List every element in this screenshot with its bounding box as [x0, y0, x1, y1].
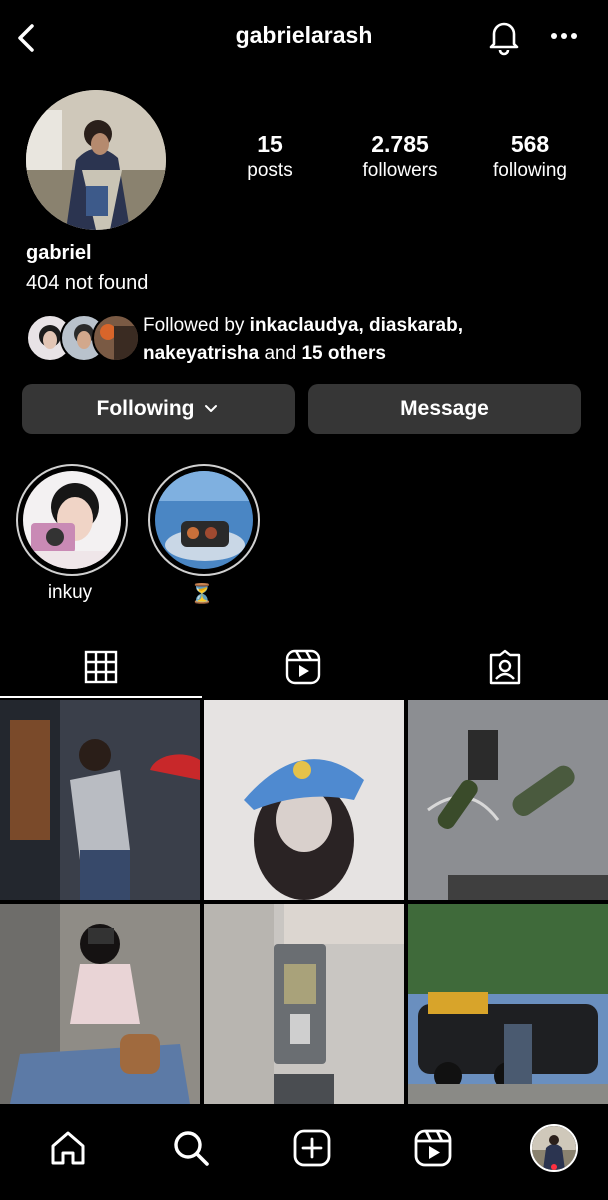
message-button-label: Message	[400, 397, 489, 420]
mutual-name: nakeyatrisha	[143, 343, 260, 364]
bottom-navigation	[0, 1108, 608, 1200]
more-icon	[551, 33, 577, 39]
following-count: 568	[510, 131, 550, 157]
reels-icon	[414, 1129, 452, 1167]
bio: 404 not found	[26, 272, 149, 294]
tab-reels[interactable]	[202, 636, 404, 698]
reels-icon	[285, 649, 321, 685]
search-icon	[174, 1131, 209, 1166]
nav-reels[interactable]	[403, 1118, 463, 1178]
bell-icon	[489, 22, 519, 56]
message-button[interactable]: Message	[308, 384, 581, 434]
followers-count: 2.785	[371, 131, 429, 157]
notifications-button[interactable]	[484, 16, 524, 56]
tagged-icon	[489, 649, 521, 685]
active-tab-indicator	[0, 696, 202, 698]
mutual-avatar	[92, 314, 140, 362]
mutual-others: 15 others	[301, 343, 386, 364]
posts-count: 15	[257, 131, 283, 157]
profile-avatar[interactable]	[26, 90, 166, 230]
followed-by-text[interactable]: Followed by inkaclaudya, diaskarab, nake…	[143, 312, 583, 368]
chevron-down-icon	[205, 405, 218, 412]
following-stat[interactable]: 568 following	[460, 130, 600, 184]
nav-search[interactable]	[161, 1118, 221, 1178]
avatar-photo	[26, 90, 166, 230]
highlight-cover	[23, 471, 121, 569]
followers-label: followers	[362, 160, 438, 181]
create-icon	[293, 1129, 331, 1167]
posts-stat[interactable]: 15 posts	[200, 130, 340, 184]
profile-tabs	[0, 636, 608, 698]
story-highlight[interactable]	[148, 464, 260, 576]
followers-stat[interactable]: 2.785 followers	[330, 130, 470, 184]
grid-icon	[84, 650, 118, 684]
display-name: gabriel	[26, 242, 92, 264]
posts-label: posts	[247, 160, 293, 181]
tab-tagged[interactable]	[404, 636, 606, 698]
story-highlight[interactable]	[16, 464, 128, 576]
highlight-label: ⏳	[190, 584, 214, 605]
following-label: following	[493, 160, 567, 181]
following-button[interactable]: Following	[22, 384, 295, 434]
post-thumbnail[interactable]	[204, 700, 404, 900]
nav-home[interactable]	[38, 1118, 98, 1178]
posts-grid	[0, 700, 608, 1106]
highlight-cover	[155, 471, 253, 569]
tab-posts[interactable]	[0, 636, 202, 698]
mutual-followers-avatars[interactable]	[26, 314, 140, 362]
post-thumbnail[interactable]	[408, 700, 608, 900]
following-button-label: Following	[96, 397, 195, 420]
nav-create[interactable]	[282, 1118, 342, 1178]
more-options-button[interactable]	[548, 22, 580, 50]
post-thumbnail[interactable]	[0, 904, 200, 1104]
mutual-names: inkaclaudya, diaskarab,	[249, 315, 464, 336]
highlight-label: inkuy	[47, 582, 93, 603]
post-thumbnail[interactable]	[204, 904, 404, 1104]
post-thumbnail[interactable]	[408, 904, 608, 1104]
notification-dot	[551, 1164, 557, 1170]
home-icon	[51, 1131, 85, 1165]
post-thumbnail[interactable]	[0, 700, 200, 900]
